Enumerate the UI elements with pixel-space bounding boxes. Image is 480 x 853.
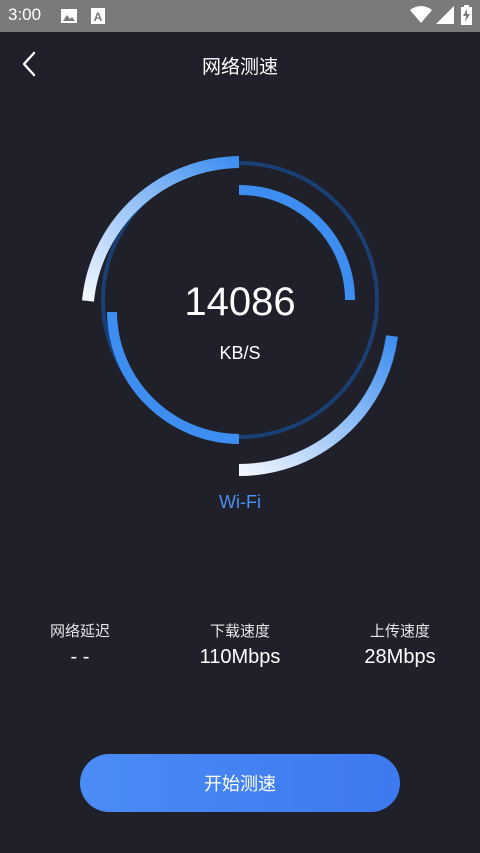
speed-gauge <box>82 156 398 477</box>
battery-charging-icon <box>461 5 472 29</box>
network-type: Wi-Fi <box>219 492 261 512</box>
wifi-icon <box>410 6 432 28</box>
stat-label: 网络延迟 <box>49 622 110 640</box>
stat-label: 下载速度 <box>209 622 270 640</box>
status-bar: 3:00 A <box>0 0 480 32</box>
stat-upload: 上传速度 28Mbps <box>320 620 480 669</box>
header: 网络测速 <box>0 32 480 96</box>
page-title: 网络测速 <box>201 56 278 78</box>
stat-value: 110Mbps <box>199 646 281 668</box>
svg-text:A: A <box>94 10 103 24</box>
a-icon: A <box>90 7 106 29</box>
stat-value: 28Mbps <box>364 646 436 668</box>
stat-download: 下载速度 110Mbps <box>160 620 320 669</box>
stat-label: 上传速度 <box>369 622 430 640</box>
speed-unit: KB/S <box>219 343 261 363</box>
stat-value: - - <box>70 646 90 668</box>
status-time: 3:00 <box>8 5 42 24</box>
gauge-inner-arc-bottom <box>107 311 240 444</box>
speed-value: 14086 <box>184 280 296 324</box>
signal-icon <box>436 6 454 28</box>
stat-latency: 网络延迟 - - <box>0 620 160 669</box>
image-icon <box>60 7 78 29</box>
start-test-button[interactable]: 开始测速 <box>80 754 400 812</box>
